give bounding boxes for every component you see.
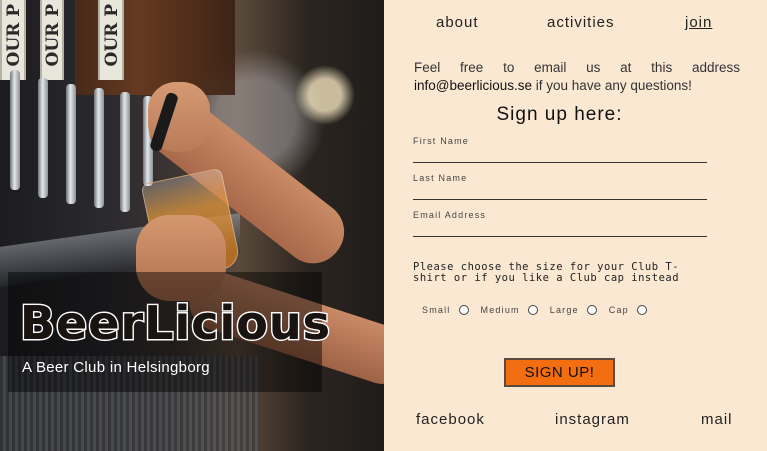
email-field: Email Address: [413, 210, 711, 242]
tap-handle: OUR P: [98, 0, 124, 80]
first-name-field: First Name: [413, 136, 711, 168]
last-name-input[interactable]: [413, 185, 711, 205]
brand-subtitle: A Beer Club in Helsingborg: [22, 359, 210, 376]
email-input[interactable]: [413, 222, 711, 242]
option-cap-label: Cap: [608, 305, 629, 315]
option-small-radio[interactable]: [458, 305, 469, 315]
beer-tap: [66, 84, 76, 204]
intro-text: Feel free to email us at this address in…: [414, 59, 740, 95]
footer-facebook[interactable]: facebook: [416, 411, 485, 428]
tap-handle: OUR P: [40, 0, 64, 80]
tap-handle-text: OUR P: [43, 4, 63, 67]
last-name-field: Last Name: [413, 173, 711, 205]
page: OUR P OUR P OUR P BeerLicious BeerLiciou…: [0, 0, 767, 451]
signup-heading: Sign up here:: [496, 104, 623, 125]
tap-handle-text: OUR P: [102, 4, 122, 67]
signup-button[interactable]: SIGN UP!: [504, 358, 615, 387]
first-name-input[interactable]: [413, 148, 711, 168]
first-name-label: First Name: [413, 136, 470, 146]
nav-join[interactable]: join: [685, 14, 712, 31]
option-large-radio[interactable]: [586, 305, 597, 315]
brand-title: BeerLicious: [20, 296, 331, 350]
footer-instagram[interactable]: instagram: [555, 411, 630, 428]
hero-image: OUR P OUR P OUR P BeerLicious BeerLiciou…: [0, 0, 384, 451]
contact-email[interactable]: info@beerlicious.se: [414, 78, 532, 93]
beer-tap: [120, 92, 130, 212]
option-small-label: Small: [422, 305, 451, 315]
beer-tap: [10, 70, 20, 190]
nav-about[interactable]: about: [436, 14, 479, 31]
last-name-label: Last Name: [413, 173, 468, 183]
option-medium-radio[interactable]: [527, 305, 538, 315]
option-medium-label: Medium: [480, 305, 520, 315]
intro-text-lead: Feel free to email us at this address: [414, 60, 740, 75]
size-options: Small Medium Large Cap: [422, 305, 659, 315]
footer-mail[interactable]: mail: [701, 411, 733, 428]
beer-tap: [38, 78, 48, 198]
option-large-label: Large: [549, 305, 579, 315]
email-label: Email Address: [413, 210, 487, 220]
option-cap-radio[interactable]: [636, 305, 647, 315]
nav-activities[interactable]: activities: [547, 14, 615, 31]
tap-handle: OUR P: [0, 0, 26, 80]
size-question: Please choose the size for your Club T-s…: [413, 261, 680, 284]
signup-panel: about activities join Feel free to email…: [384, 0, 767, 451]
intro-text-tail: if you have any questions!: [535, 78, 692, 93]
tap-handle-text: OUR P: [4, 4, 24, 67]
beer-tap: [94, 88, 104, 208]
